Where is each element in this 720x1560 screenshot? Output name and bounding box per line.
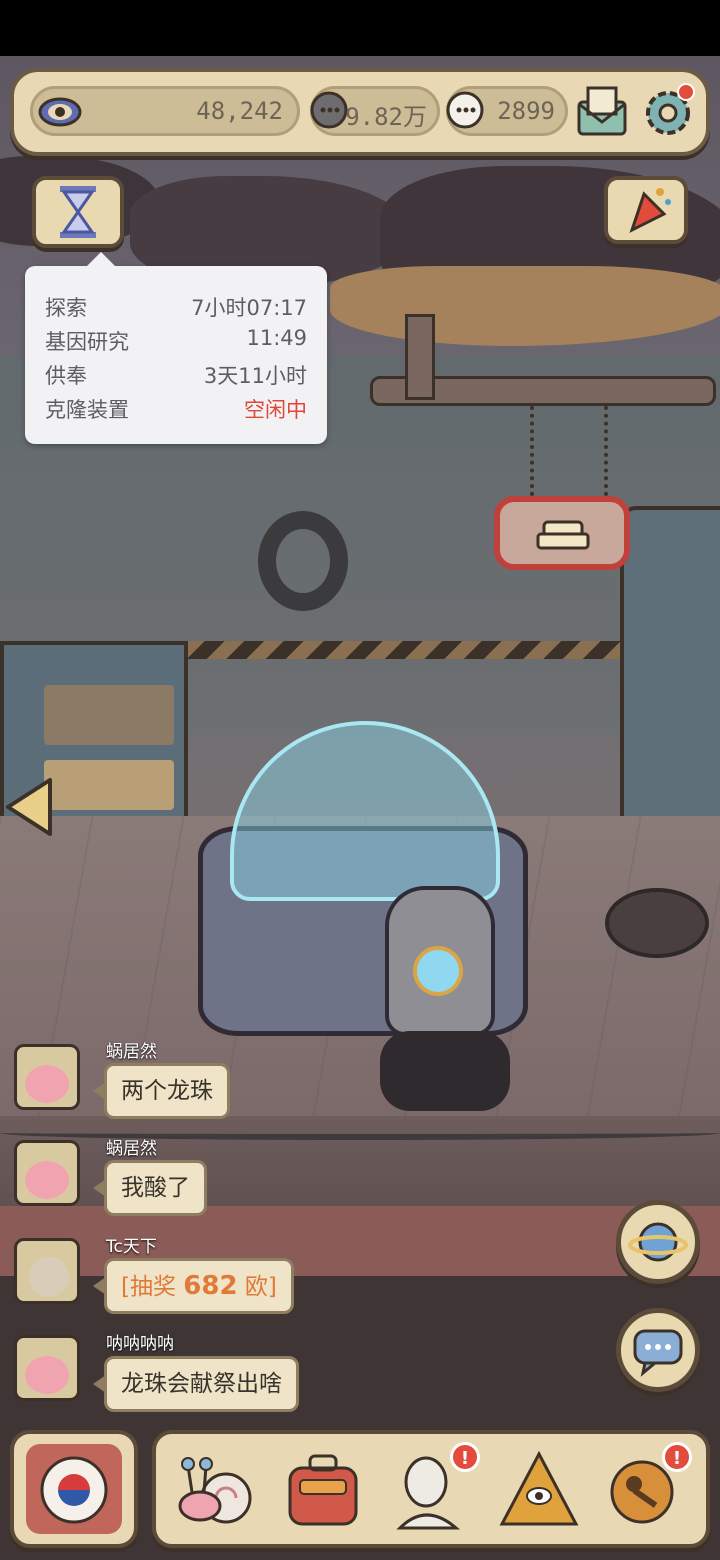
event-button[interactable] — [604, 176, 688, 244]
status-value: 3天11小时 — [203, 364, 307, 388]
ceiling-crust — [330, 266, 720, 346]
avatar[interactable] — [14, 1044, 80, 1110]
chat-message: 我酸了 — [93, 1160, 207, 1216]
chat-username: Tc天下 — [106, 1237, 157, 1257]
white-coin-value: 2899 — [497, 97, 555, 125]
korea-flag-icon — [40, 1456, 108, 1524]
status-label: 探索 — [45, 296, 87, 320]
pyramid-icon — [499, 1450, 579, 1526]
mail-icon[interactable] — [576, 84, 628, 140]
gray-coin-resource[interactable]: 9.82万 — [310, 86, 440, 136]
hourglass-button[interactable] — [32, 176, 124, 248]
backpack-icon — [288, 1454, 358, 1526]
status-value: 7小时07:17 — [191, 296, 307, 320]
status-label: 基因研究 — [45, 330, 129, 354]
robot[interactable] — [385, 886, 495, 1036]
status-row-explore: 探索 7小时07:17 — [45, 292, 307, 326]
nav-bust[interactable]: ! — [386, 1442, 480, 1534]
lottery-prefix: [抽奖 — [121, 1274, 176, 1300]
chat-username: 蜗居然 — [106, 1042, 157, 1062]
status-value: 11:49 — [246, 326, 307, 350]
lottery-number: 682 — [183, 1271, 238, 1301]
chat-username: 蜗居然 — [106, 1139, 157, 1159]
eye-icon — [38, 97, 82, 127]
nav-snail[interactable] — [170, 1444, 260, 1534]
eye-value: 48,242 — [196, 97, 283, 125]
notification-badge: ! — [662, 1442, 692, 1472]
status-label: 供奉 — [45, 364, 87, 388]
chat-icon — [633, 1329, 683, 1377]
hazard-stripe — [185, 641, 625, 659]
status-label: 克隆装置 — [45, 398, 129, 422]
status-panel: 探索 7小时07:17 基因研究 11:49 供奉 3天11小时 克隆装置 空闲… — [25, 252, 327, 444]
status-value-idle: 空闲中 — [244, 398, 307, 422]
hourglass-icon — [60, 186, 96, 238]
resource-bar: 48,242 9.82万 2899 — [10, 68, 710, 156]
robot-legs — [380, 1031, 510, 1111]
snail-icon — [178, 1457, 252, 1524]
planet-button[interactable] — [616, 1200, 700, 1284]
pipe — [405, 314, 435, 400]
nav-key[interactable]: ! — [602, 1442, 692, 1534]
white-coin-resource[interactable]: 2899 — [446, 86, 568, 136]
chat-button[interactable] — [616, 1308, 700, 1392]
notification-badge: ! — [450, 1442, 480, 1472]
nav-pyramid[interactable] — [494, 1444, 584, 1534]
planet-icon — [628, 1222, 688, 1262]
chat-message: 两个龙珠 — [93, 1063, 230, 1119]
avatar[interactable] — [14, 1140, 80, 1206]
chat-message: 龙珠会献祭出啥 — [93, 1356, 299, 1412]
eye-resource[interactable]: 48,242 — [30, 86, 300, 136]
settings-icon[interactable] — [640, 82, 698, 140]
left-arrow-icon[interactable] — [4, 776, 56, 838]
gray-coin-value: 9.82万 — [345, 103, 427, 131]
hanging-tire — [258, 511, 348, 611]
bottom-nav: ! ! — [152, 1430, 710, 1548]
avatar[interactable] — [14, 1335, 80, 1401]
status-row-clone-device: 克隆装置 空闲中 — [45, 394, 307, 428]
bed-sign-icon — [536, 520, 590, 550]
clone-machine-dome[interactable] — [230, 721, 500, 901]
manhole — [605, 888, 709, 958]
status-row-gene-research: 基因研究 11:49 — [45, 326, 307, 360]
bed-sign[interactable] — [494, 496, 630, 570]
chain — [530, 406, 542, 496]
avatar[interactable] — [14, 1238, 80, 1304]
vault-door — [620, 506, 720, 834]
chat-message-lottery: [抽奖 682 欧] — [93, 1258, 294, 1314]
nav-backpack[interactable] — [278, 1444, 368, 1534]
party-popper-icon — [629, 188, 671, 233]
chain — [604, 406, 616, 496]
status-row-offering: 供奉 3天11小时 — [45, 360, 307, 394]
lottery-suffix: 欧] — [244, 1274, 277, 1300]
region-button[interactable] — [10, 1430, 138, 1548]
white-coin-icon — [446, 91, 484, 129]
chat-username: 呐呐呐呐 — [106, 1334, 174, 1354]
